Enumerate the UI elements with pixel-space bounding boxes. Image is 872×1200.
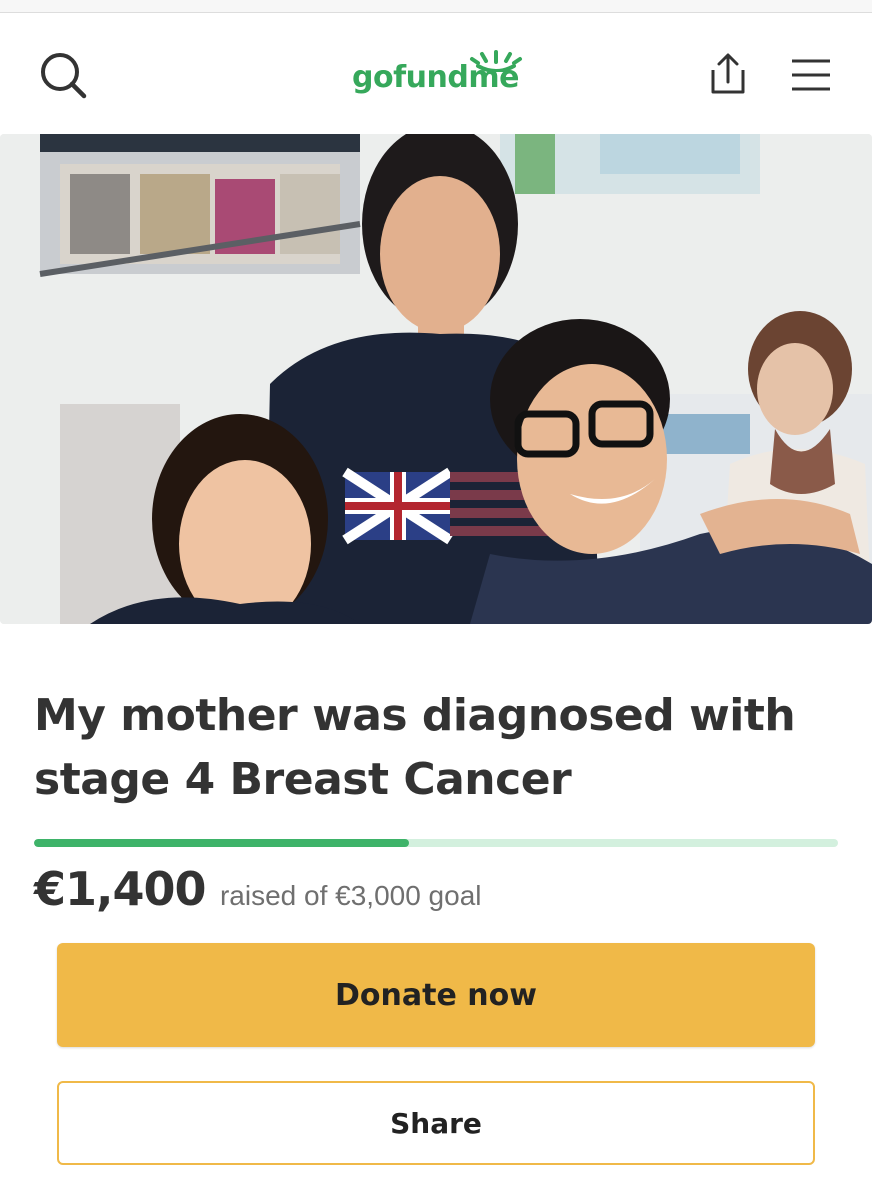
donate-now-button[interactable]: Donate now: [57, 943, 815, 1047]
donation-progress-bar: [34, 839, 838, 847]
campaign-photo-illustration: [0, 134, 872, 624]
amount-raised: €1,400: [34, 862, 207, 916]
share-header-button[interactable]: [705, 50, 751, 100]
donate-button-label: Donate now: [335, 977, 537, 1013]
gofundme-logo[interactable]: gofundme: [352, 50, 522, 102]
search-button[interactable]: [38, 50, 90, 102]
progress-fill: [34, 839, 410, 847]
search-icon: [41, 53, 87, 99]
share-button-label: Share: [390, 1106, 482, 1140]
campaign-title: My mother was diagnosed with stage 4 Bre…: [34, 690, 796, 805]
goal-text: raised of €3,000 goal: [219, 880, 482, 911]
share-upload-icon: [711, 53, 745, 94]
menu-button[interactable]: [790, 57, 832, 93]
status-bar-strip: [0, 0, 872, 13]
top-navigation-bar: gofundme: [0, 13, 872, 134]
share-button[interactable]: Share: [57, 1081, 815, 1165]
hamburger-menu-icon: [792, 59, 830, 91]
amount-summary: €1,400 raised of €3,000 goal: [34, 862, 482, 922]
campaign-photo: [0, 134, 872, 624]
logo-sprout-icon: [470, 50, 522, 72]
